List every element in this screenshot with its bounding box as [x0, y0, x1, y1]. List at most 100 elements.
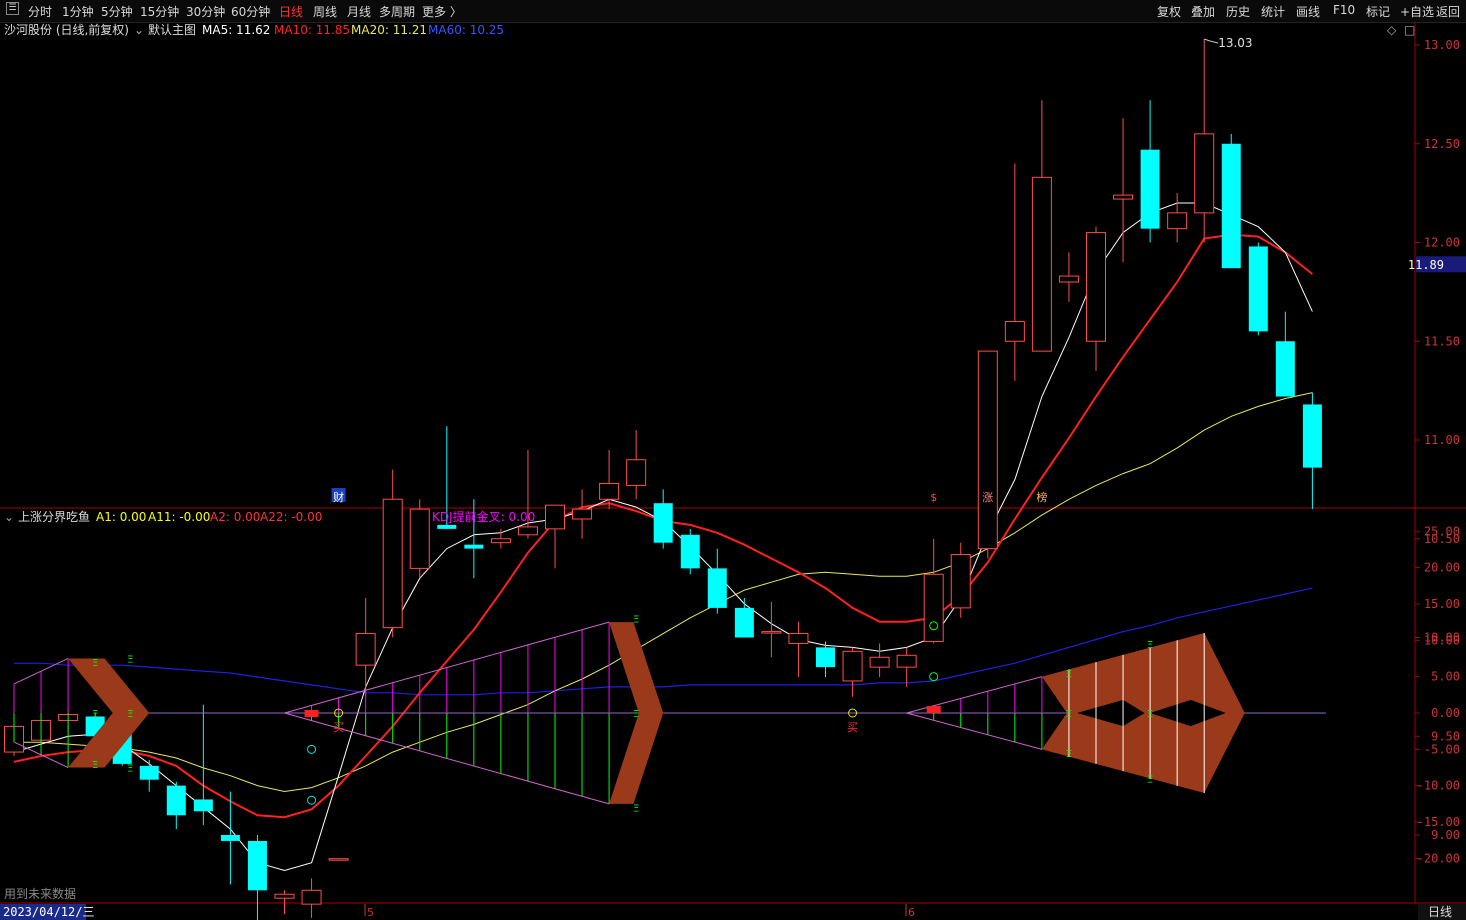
- a2-label: A2: 0.00: [210, 510, 260, 524]
- sub-tick-label: -15.00: [1417, 815, 1460, 829]
- sub-tick-label: 25.00: [1424, 524, 1460, 538]
- candle-body: [301, 889, 322, 905]
- candle-body: [788, 633, 809, 644]
- candle-body: [220, 835, 240, 841]
- e-marker: Ξ: [1147, 640, 1153, 651]
- candle-body: [545, 504, 565, 530]
- candle-body: [1194, 133, 1215, 214]
- price-tick-label: 12.50: [1424, 137, 1460, 151]
- price-tick-label: 9.50: [1431, 729, 1460, 743]
- e-marker: Ξ: [1147, 774, 1153, 785]
- e-marker: Ξ: [127, 654, 133, 665]
- candle-body: [950, 554, 971, 609]
- candle: [1194, 39, 1215, 243]
- candle: [599, 449, 620, 510]
- candle-body: [977, 350, 998, 550]
- current-price-label: 11.89: [1408, 258, 1444, 272]
- e-marker: Ξ: [633, 614, 639, 625]
- candle-body: [274, 893, 295, 899]
- e-marker: Ξ: [633, 709, 639, 720]
- future-data-label: 用到未来数据: [4, 886, 76, 901]
- candle: [139, 759, 159, 792]
- candle-body: [1031, 176, 1052, 352]
- candle: [950, 542, 971, 618]
- candle-body: [680, 534, 700, 569]
- price-tick-label: 9.00: [1431, 828, 1460, 842]
- event-marker-bang: 榜: [1036, 490, 1047, 504]
- signal-circle: [307, 795, 317, 805]
- candle: [896, 647, 917, 687]
- candle-body: [464, 544, 484, 549]
- price-tick-label: 13.00: [1424, 38, 1460, 52]
- candle-body: [1004, 321, 1025, 342]
- candle: [1031, 100, 1052, 352]
- candle-body: [139, 765, 159, 780]
- sub-tick-label: 20.00: [1424, 561, 1460, 575]
- a11-label: A11: -0.00: [148, 510, 210, 524]
- candle-body: [1113, 194, 1134, 200]
- candle-body: [247, 840, 267, 891]
- candle: [1221, 133, 1241, 269]
- buy-label-2: 买: [847, 721, 858, 734]
- sub-tick-label: 0.00: [1431, 706, 1460, 720]
- funnel-3-fill: [1041, 633, 1245, 793]
- price-tick-label: 12.00: [1424, 236, 1460, 250]
- sub-tick-label: 10.00: [1424, 633, 1460, 647]
- indicator-name-label: 上涨分界吃鱼: [18, 509, 90, 524]
- signal-circle: [929, 672, 939, 682]
- candle-body: [166, 785, 186, 816]
- candle: [816, 641, 835, 677]
- candle-body: [896, 654, 917, 668]
- candle-body: [382, 498, 403, 629]
- ma5-label: MA5: 11.62: [202, 23, 270, 37]
- candle-body: [193, 799, 213, 812]
- candle: [842, 647, 863, 697]
- e-marker: Ξ: [633, 804, 639, 815]
- candle-body: [1167, 212, 1188, 230]
- sub-tick-label: 5.00: [1431, 670, 1460, 684]
- candle: [788, 621, 809, 677]
- candle-body: [653, 503, 673, 543]
- candle: [1275, 311, 1295, 397]
- stock-name-label: 沙河股份 (日线,前复权): [4, 22, 129, 37]
- candle: [1248, 242, 1268, 336]
- price-tick-label: 11.00: [1424, 433, 1460, 447]
- candle: [923, 538, 944, 644]
- candle: [680, 528, 700, 575]
- candle-body: [626, 459, 647, 486]
- e-marker: Ξ: [92, 658, 98, 669]
- kdj-label: KDJ提前金叉: 0.00: [432, 509, 535, 524]
- candle-body: [328, 858, 349, 861]
- candle: [1140, 100, 1160, 243]
- candle-body: [1248, 246, 1268, 332]
- event-marker-zhang: 涨: [982, 491, 993, 504]
- template-label: 默认主图: [148, 22, 196, 37]
- candle: [977, 350, 998, 559]
- candle-body: [707, 568, 727, 608]
- candle: [1302, 392, 1322, 510]
- ma60-label: MA60: 10.25: [428, 23, 504, 37]
- candle: [355, 598, 376, 697]
- signal-circle: [307, 744, 317, 754]
- sub-tick-label: -10.00: [1417, 779, 1460, 793]
- candle-body: [869, 656, 890, 668]
- candle: [247, 835, 267, 920]
- e-marker: Ξ: [92, 709, 98, 720]
- candle: [409, 499, 430, 579]
- candle: [193, 704, 213, 826]
- candle-body: [490, 538, 511, 544]
- candle: [382, 469, 403, 638]
- candle: [301, 878, 322, 918]
- buy-square: [926, 706, 941, 713]
- candle-body: [1302, 404, 1322, 468]
- candle-body: [1140, 149, 1160, 229]
- month-marker-5: 5: [367, 906, 374, 919]
- candle-body: [1058, 275, 1079, 283]
- fan-edge-down: [906, 712, 1043, 750]
- e-marker: Ξ: [127, 764, 133, 775]
- candle-body: [842, 650, 863, 682]
- candle: [490, 528, 511, 549]
- candle: [1086, 226, 1106, 371]
- candle-body: [923, 573, 944, 642]
- sub-tick-label: -20.00: [1417, 851, 1460, 865]
